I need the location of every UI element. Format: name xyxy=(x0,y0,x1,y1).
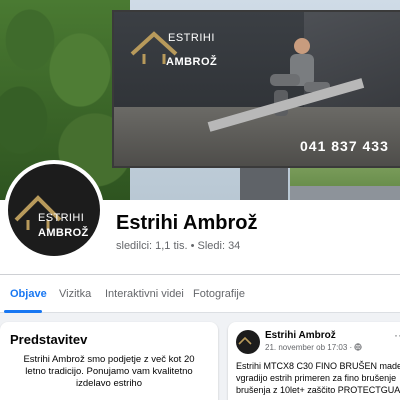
post-text-line: brušenja z 10let+ zaščito PROTECTGUARD xyxy=(236,385,400,395)
road xyxy=(290,186,400,200)
page-tabs: Objave Vizitka Interaktivni videi Fotogr… xyxy=(0,275,400,313)
globe-icon xyxy=(354,343,362,351)
active-tab-indicator xyxy=(4,310,42,313)
more-options-icon[interactable]: ··· xyxy=(394,328,400,342)
post-timestamp[interactable]: 21. november ob 17:03 · xyxy=(265,343,362,352)
avatar-logo-name: ESTRIHI xyxy=(38,212,85,224)
billboard-logo-subtitle: AMBROŽ xyxy=(166,56,218,68)
profile-avatar[interactable]: ESTRIHI AMBROŽ xyxy=(4,160,104,260)
facebook-page: ESTRIHI AMBROŽ 041 837 433 ESTRIHI AMBRO… xyxy=(0,0,400,400)
tab-objave[interactable]: Objave xyxy=(10,275,47,313)
billboard: ESTRIHI AMBROŽ 041 837 433 xyxy=(112,10,400,168)
followers-count[interactable]: sledilci: 1,1 tis. • Sledi: 34 xyxy=(116,240,240,252)
post-text-line: Estrihi MTCX8 C30 FINO BRUŠEN made b xyxy=(236,361,400,371)
billboard-logo-name: ESTRIHI xyxy=(168,32,215,44)
tab-vizitka[interactable]: Vizitka xyxy=(59,275,91,313)
billboard-pole xyxy=(240,168,288,200)
tab-interaktivni-videi[interactable]: Interaktivni videi xyxy=(105,275,184,313)
post-avatar-roof-icon xyxy=(238,336,252,345)
billboard-phone: 041 837 433 xyxy=(300,138,389,154)
intro-card: Predstavitev Estrihi Ambrož smo podjetje… xyxy=(0,322,218,400)
post-card: Estrihi Ambrož 21. november ob 17:03 · ·… xyxy=(228,322,400,400)
post-avatar[interactable] xyxy=(236,330,260,354)
tab-fotografije[interactable]: Fotografije xyxy=(193,275,245,313)
post-text: Estrihi MTCX8 C30 FINO BRUŠEN made b vgr… xyxy=(236,360,400,396)
intro-title: Predstavitev xyxy=(10,332,88,347)
post-text-line: vgradijo estrih primeren za fino brušenj… xyxy=(236,373,397,383)
intro-text: Estrihi Ambrož smo podjetje z več kot 20… xyxy=(23,354,195,389)
avatar-logo-subtitle: AMBROŽ xyxy=(38,227,89,239)
post-author[interactable]: Estrihi Ambrož xyxy=(265,330,336,341)
page-title: Estrihi Ambrož xyxy=(116,212,258,234)
post-date: 21. november ob 17:03 · xyxy=(265,343,355,352)
